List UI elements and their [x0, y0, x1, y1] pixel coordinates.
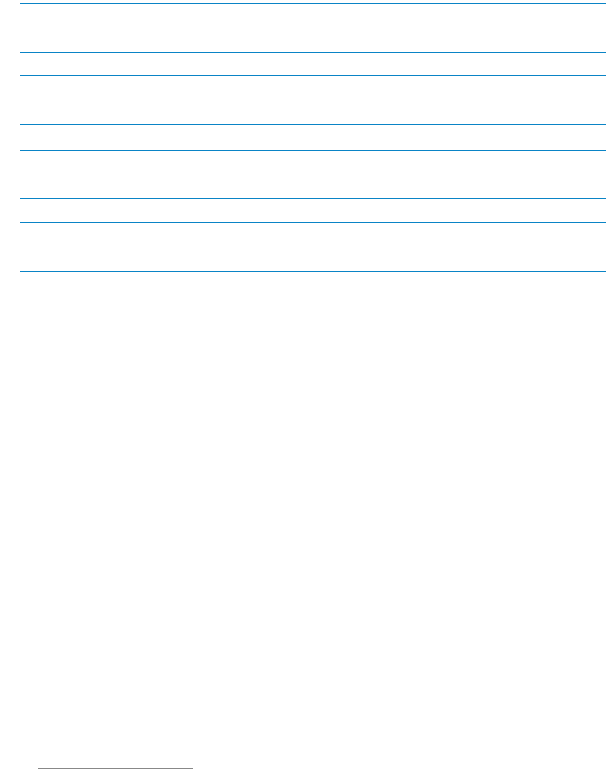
footnote-separator: [38, 768, 193, 769]
table-row-separator: [20, 52, 606, 53]
table-row-separator: [20, 3, 606, 4]
table-row-separator: [20, 271, 606, 272]
table-row-separator: [20, 222, 606, 223]
table-row-separator: [20, 75, 606, 76]
table-row-separator: [20, 124, 606, 125]
table-row-separator: [20, 150, 606, 151]
table-row-separator: [20, 198, 606, 199]
